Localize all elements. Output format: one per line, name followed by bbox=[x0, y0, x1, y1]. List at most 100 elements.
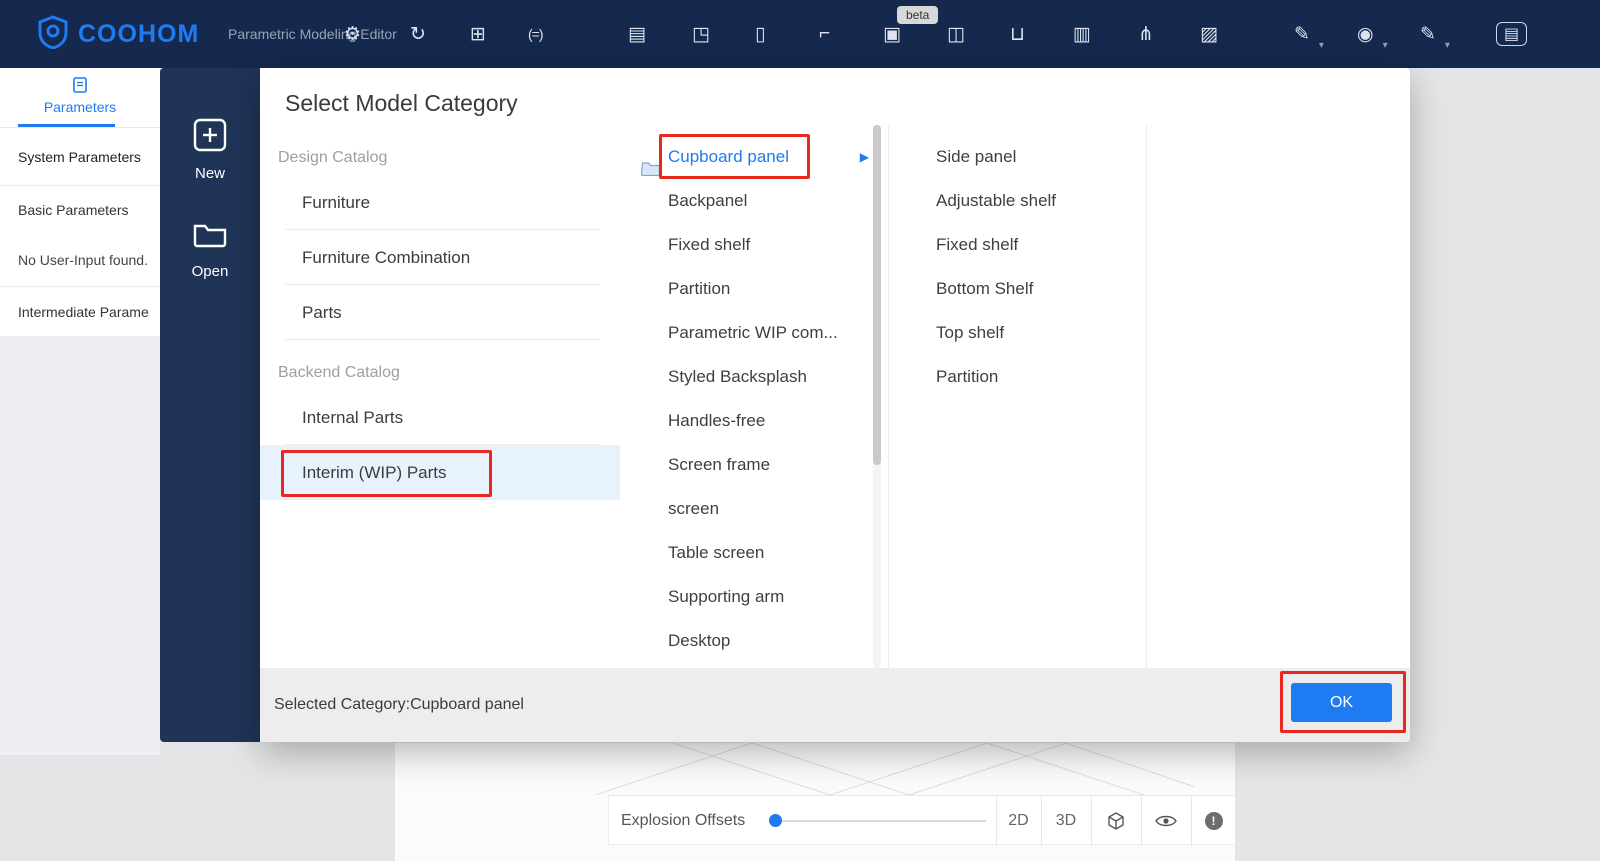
switch-account-icon[interactable]: ↻ bbox=[410, 0, 426, 68]
warning-button[interactable]: ! bbox=[1191, 796, 1236, 846]
stamp-menu-button[interactable]: ◉ ▾ bbox=[1357, 0, 1388, 68]
constraint-icon[interactable]: (=) bbox=[528, 0, 543, 68]
annotation-box-interim-wip-parts bbox=[281, 450, 492, 497]
active-tab-indicator bbox=[18, 124, 115, 127]
doc-edit-icon: ✎ bbox=[1294, 23, 1310, 45]
subcategory-screen[interactable]: screen bbox=[635, 487, 873, 531]
chevron-down-icon: ▾ bbox=[1444, 40, 1450, 51]
wireframe-lines bbox=[594, 743, 1196, 795]
subcategory-supporting-arm[interactable]: Supporting arm bbox=[635, 575, 873, 619]
subcategory-fixed-shelf[interactable]: Fixed shelf bbox=[635, 223, 873, 267]
cube-view-button[interactable] bbox=[1091, 796, 1141, 846]
catalog-item-parts[interactable]: Parts bbox=[285, 285, 600, 340]
coohom-shield-icon bbox=[36, 14, 70, 54]
explosion-offsets-label: Explosion Offsets bbox=[621, 812, 746, 829]
render-image-icon: ▤ bbox=[1496, 22, 1528, 46]
expand-arrow-icon: ▶ bbox=[859, 150, 869, 164]
column-divider bbox=[888, 125, 889, 668]
hardware-clamp-icon[interactable]: ⊔ bbox=[1010, 0, 1025, 68]
open-file-button[interactable]: Open bbox=[160, 220, 260, 280]
subcategory-handles-free[interactable]: Handles-free bbox=[635, 399, 873, 443]
cabinet-add-icon[interactable]: ▥ bbox=[1073, 0, 1091, 68]
parameters-doc-icon bbox=[73, 77, 87, 97]
topbar: COOHOM Parametric Modeling Editor ⚙ ↻ ⊞ … bbox=[0, 0, 1600, 68]
bracket-tool-icon[interactable]: ⌐ bbox=[819, 0, 830, 68]
explosion-slider-thumb[interactable] bbox=[769, 814, 782, 827]
subcategory-scrollbar-track bbox=[873, 125, 881, 668]
screen: { "topbar": { "brand": "COOHOM", "app_ti… bbox=[0, 0, 1600, 861]
section-system-parameters[interactable]: System Parameters bbox=[0, 128, 160, 186]
file-rail: New Open bbox=[160, 68, 260, 742]
subcategory-column: Cupboard panel ▶ Backpanel Fixed shelf P… bbox=[635, 125, 873, 668]
app-title: Parametric Modeling Editor bbox=[228, 26, 397, 42]
parameters-sidebar: Parameters System Parameters Basic Param… bbox=[0, 68, 160, 755]
open-folder-icon bbox=[193, 224, 227, 248]
tab-parameters-label: Parameters bbox=[43, 99, 117, 115]
open-file-label: Open bbox=[191, 263, 229, 280]
render-button[interactable]: ▤ bbox=[1496, 0, 1528, 68]
leaf-adjustable-shelf[interactable]: Adjustable shelf bbox=[905, 179, 1145, 223]
leaf-category-column: Side panel Adjustable shelf Fixed shelf … bbox=[905, 125, 1145, 668]
subcategory-screen-frame[interactable]: Screen frame bbox=[635, 443, 873, 487]
doc-edit-menu-button[interactable]: ✎ ▾ bbox=[1294, 0, 1324, 68]
pencil-icon: ✎ bbox=[1420, 23, 1436, 45]
sidebar-empty-area bbox=[0, 337, 160, 755]
apps-grid-icon[interactable]: ⊞ bbox=[470, 0, 486, 68]
node-graph-icon[interactable]: ⋔ bbox=[1138, 0, 1154, 68]
dialog-title: Select Model Category bbox=[285, 90, 518, 116]
chevron-down-icon: ▾ bbox=[1382, 40, 1388, 51]
subcategory-partition[interactable]: Partition bbox=[635, 267, 873, 311]
explosion-slider-track bbox=[773, 820, 986, 822]
annotation-box-ok-button bbox=[1280, 671, 1406, 733]
stamp-icon: ◉ bbox=[1357, 23, 1374, 45]
subcategory-desktop[interactable]: Desktop bbox=[635, 619, 873, 663]
column-tool-icon[interactable]: ▯ bbox=[755, 0, 765, 68]
report-icon[interactable]: ▨ bbox=[1200, 0, 1218, 68]
coohom-logo[interactable]: COOHOM bbox=[36, 0, 199, 68]
subcategory-scrollbar-thumb[interactable] bbox=[873, 125, 881, 465]
subcategory-backpanel[interactable]: Backpanel bbox=[635, 179, 873, 223]
section-intermediate-parameters[interactable]: Intermediate Parame bbox=[0, 287, 160, 337]
viewport-canvas[interactable]: Explosion Offsets 2D 3D ! bbox=[395, 743, 1235, 861]
beta-badge: beta bbox=[897, 6, 939, 24]
chevron-down-icon: ▾ bbox=[1318, 40, 1324, 51]
new-file-button[interactable]: New bbox=[160, 118, 260, 182]
viewport-toolbar: Explosion Offsets 2D 3D ! bbox=[608, 795, 1236, 846]
subcategory-table-screen[interactable]: Table screen bbox=[635, 531, 873, 575]
leaf-bottom-shelf[interactable]: Bottom Shelf bbox=[905, 267, 1145, 311]
warning-icon: ! bbox=[1204, 812, 1223, 830]
section-basic-parameters[interactable]: Basic Parameters bbox=[0, 186, 160, 234]
catalog-item-furniture-combination[interactable]: Furniture Combination bbox=[285, 230, 600, 285]
corner-panel-tool-icon[interactable]: ◳ bbox=[692, 0, 710, 68]
select-model-category-dialog: Select Model Category Design Catalog Fur… bbox=[260, 68, 1410, 742]
eye-icon bbox=[1155, 815, 1177, 827]
brand-text: COOHOM bbox=[78, 19, 200, 48]
backend-catalog-header: Backend Catalog bbox=[278, 364, 400, 381]
visibility-button[interactable] bbox=[1141, 796, 1191, 846]
new-file-label: New bbox=[194, 165, 225, 182]
layout-split-icon[interactable]: ◫ bbox=[947, 0, 965, 68]
catalog-item-furniture[interactable]: Furniture bbox=[285, 175, 600, 230]
dialog-footer: Selected Category:Cupboard panel OK bbox=[260, 668, 1410, 742]
tab-parameters[interactable]: Parameters bbox=[0, 68, 160, 128]
subcategory-styled-backsplash[interactable]: Styled Backsplash bbox=[635, 355, 873, 399]
catalog-item-internal-parts[interactable]: Internal Parts bbox=[285, 390, 600, 445]
pencil-menu-button[interactable]: ✎ ▾ bbox=[1420, 0, 1450, 68]
view-3d-button[interactable]: 3D bbox=[1041, 796, 1091, 846]
selected-category-text: Selected Category:Cupboard panel bbox=[274, 696, 524, 713]
leaf-partition[interactable]: Partition bbox=[905, 355, 1145, 399]
new-file-icon bbox=[193, 118, 227, 152]
leaf-fixed-shelf[interactable]: Fixed shelf bbox=[905, 223, 1145, 267]
subcategory-parametric-wip[interactable]: Parametric WIP com... bbox=[635, 311, 873, 355]
catalog-column: Design Catalog Furniture Furniture Combi… bbox=[260, 125, 625, 668]
slab-tool-icon[interactable]: ▤ bbox=[628, 0, 646, 68]
empty-column bbox=[1147, 125, 1410, 668]
editor-settings-icon[interactable]: ⚙ bbox=[344, 0, 361, 68]
cube-icon bbox=[1108, 812, 1124, 830]
leaf-side-panel[interactable]: Side panel bbox=[905, 135, 1145, 179]
view-2d-button[interactable]: 2D bbox=[996, 796, 1041, 846]
no-user-input-message: No User-Input found. bbox=[0, 234, 160, 287]
design-catalog-header: Design Catalog bbox=[278, 149, 388, 166]
annotation-box-cupboard-panel bbox=[659, 134, 810, 179]
leaf-top-shelf[interactable]: Top shelf bbox=[905, 311, 1145, 355]
